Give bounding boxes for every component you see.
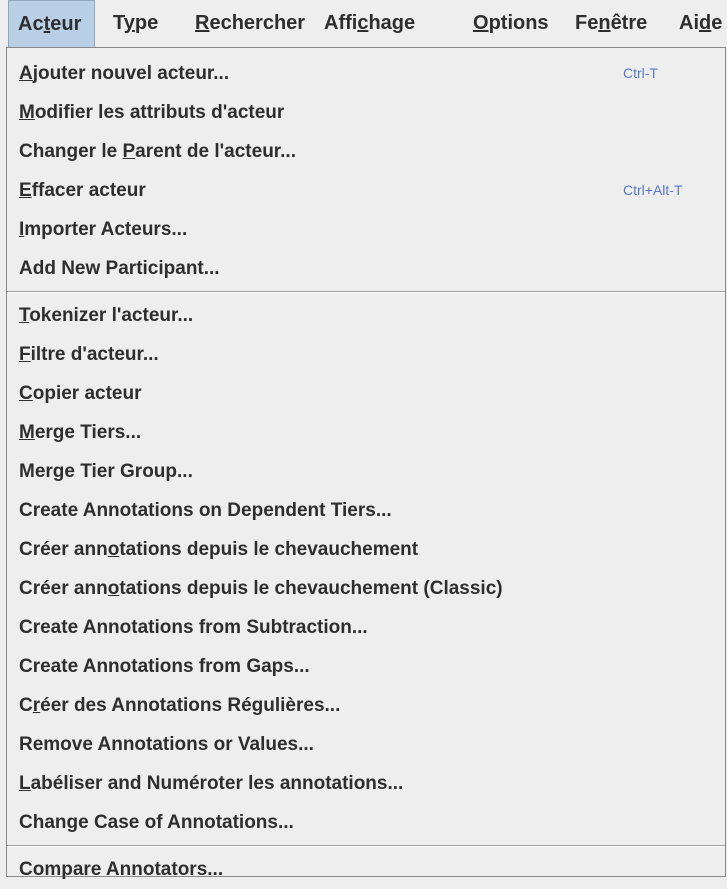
menu-aide[interactable]: Aide <box>669 0 722 47</box>
mnemonic-underline: L <box>19 773 31 794</box>
menu-fenetre-label: Fenêtre <box>575 12 648 34</box>
menu-item-label: Compare Annotators... <box>19 859 224 880</box>
menu-item-label: Importer Acteurs... <box>19 219 188 240</box>
menu-item[interactable]: Ajouter nouvel acteur... Ctrl-T <box>7 54 725 93</box>
mnemonic-underline: o <box>107 539 120 560</box>
menu-type-label: Type <box>113 12 159 34</box>
mnemonic-underline: I <box>19 219 25 240</box>
menu-acteur[interactable]: Acteur <box>8 0 95 47</box>
menu-item[interactable]: Merge Tier Group... <box>7 452 725 491</box>
menu-item-label: Add New Participant... <box>19 258 220 279</box>
mnemonic-underline: c <box>357 12 369 34</box>
menu-item-label: Changer le Parent de l'acteur... <box>19 141 296 162</box>
mnemonic-underline: P <box>122 141 136 162</box>
mnemonic-underline: y <box>123 12 135 34</box>
menu-affichage-label: Affichage <box>324 12 416 34</box>
mnemonic-underline: M <box>19 422 35 443</box>
menu-item-label: Créer des Annotations Régulières... <box>19 695 341 716</box>
mnemonic-underline: R <box>195 12 210 34</box>
menu-item[interactable]: Créer annotations depuis le chevauchemen… <box>7 569 725 608</box>
menu-item-label: Change Case of Annotations... <box>19 812 294 833</box>
mnemonic-underline: O <box>473 12 489 34</box>
menu-item-label: Modifier les attributs d'acteur <box>19 102 285 123</box>
mnemonic-underline: r <box>32 695 41 716</box>
menu-item[interactable]: Add New Participant... <box>7 249 725 288</box>
menu-aide-label: Aide <box>679 12 723 34</box>
menu-item[interactable]: Créer annotations depuis le chevauchemen… <box>7 530 725 569</box>
mnemonic-underline: M <box>19 102 35 123</box>
menu-item-accelerator: Ctrl+Alt-T <box>623 182 683 198</box>
menu-item-label: Labéliser and Numéroter les annotations.… <box>19 773 404 794</box>
menu-separator <box>7 291 725 293</box>
menu-item[interactable]: Create Annotations from Gaps... <box>7 647 725 686</box>
menu-item-label: Create Annotations on Dependent Tiers... <box>19 500 392 521</box>
menu-acteur-label: Acteur <box>18 13 82 35</box>
menu-item[interactable]: Changer le Parent de l'acteur... <box>7 132 725 171</box>
menu-item-label: Créer annotations depuis le chevauchemen… <box>19 578 503 599</box>
acteur-dropdown-menu: Ajouter nouvel acteur... Ctrl-T Modifier l… <box>6 47 726 880</box>
menu-bar: Acteur Type Rechercher Affichage Options Fenê… <box>0 0 727 47</box>
menu-item[interactable]: Copier acteur <box>7 374 725 413</box>
menu-item-label: Create Annotations from Subtraction... <box>19 617 368 638</box>
menu-item[interactable]: Create Annotations from Subtraction... <box>7 608 725 647</box>
menu-item-label: Filtre d'acteur... <box>19 344 159 365</box>
mnemonic-underline: g <box>66 812 79 833</box>
menu-fenetre[interactable]: Fenêtre <box>565 0 647 47</box>
menu-affichage[interactable]: Affichage <box>314 0 415 47</box>
menu-item[interactable]: Labéliser and Numéroter les annotations.… <box>7 764 725 803</box>
menu-item-label: Effacer acteur <box>19 180 146 201</box>
menu-rechercher-label: Rechercher <box>195 12 306 34</box>
menu-item[interactable]: Créer des Annotations Régulières... <box>7 686 725 725</box>
menu-item-label: Create Annotations from Gaps... <box>19 656 310 677</box>
menu-item-label: Merge Tier Group... <box>19 461 193 482</box>
menu-item[interactable]: Importer Acteurs... <box>7 210 725 249</box>
menu-item-label: Copier acteur <box>19 383 142 404</box>
mnemonic-underline: d <box>699 12 712 34</box>
mnemonic-underline: E <box>19 180 32 201</box>
mnemonic-underline: C <box>19 383 33 404</box>
mnemonic-underline: n <box>598 12 611 34</box>
menu-item[interactable]: Merge Tiers... <box>7 413 725 452</box>
menu-separator <box>7 845 725 847</box>
menu-item-label: Ajouter nouvel acteur... <box>19 63 230 84</box>
menu-item[interactable]: Effacer acteur Ctrl+Alt-T <box>7 171 725 210</box>
mnemonic-underline: T <box>19 305 30 326</box>
menu-item-label: Remove Annotations or Values... <box>19 734 314 755</box>
menu-item-label: Merge Tiers... <box>19 422 142 443</box>
menu-options[interactable]: Options <box>463 0 549 47</box>
menu-options-label: Options <box>473 12 549 34</box>
menu-item[interactable]: Compare Annotators... <box>7 850 725 889</box>
mnemonic-underline: t <box>43 13 51 35</box>
menu-rechercher[interactable]: Rechercher <box>185 0 305 47</box>
menu-item-label: Tokenizer l'acteur... <box>19 305 194 326</box>
menu-item[interactable]: Tokenizer l'acteur... <box>7 296 725 335</box>
mnemonic-underline: F <box>19 344 31 365</box>
menu-type[interactable]: Type <box>103 0 158 47</box>
menu-item[interactable]: Remove Annotations or Values... <box>7 725 725 764</box>
menu-item[interactable]: Create Annotations on Dependent Tiers... <box>7 491 725 530</box>
mnemonic-underline: o <box>107 578 120 599</box>
menu-item[interactable]: Modifier les attributs d'acteur <box>7 93 725 132</box>
menu-item-accelerator: Ctrl-T <box>623 65 658 81</box>
mnemonic-underline: A <box>19 63 33 84</box>
menu-item[interactable]: Change Case of Annotations... <box>7 803 725 842</box>
menu-item[interactable]: Filtre d'acteur... <box>7 335 725 374</box>
menu-item-label: Créer annotations depuis le chevauchemen… <box>19 539 419 560</box>
